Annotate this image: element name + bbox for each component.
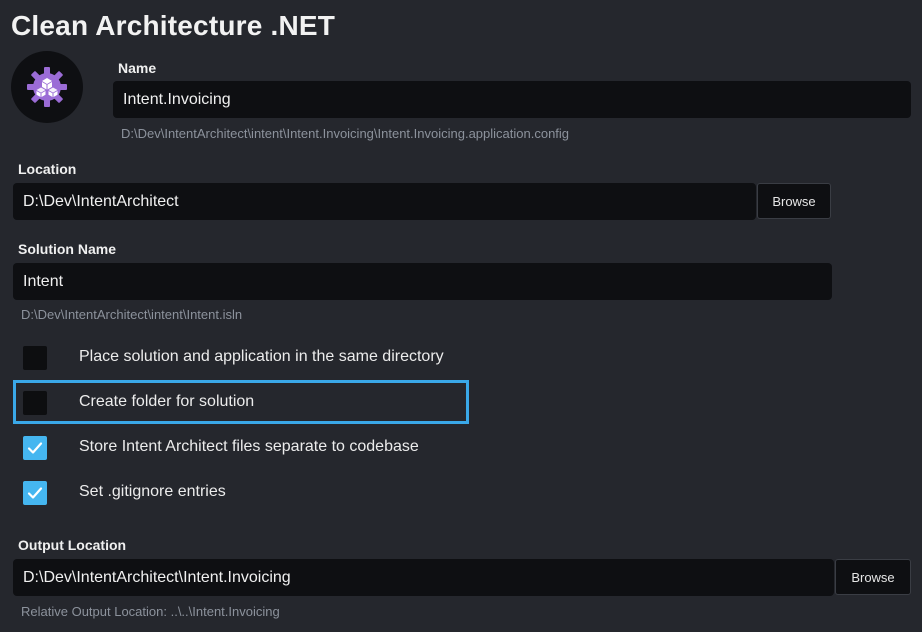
solution-name-input[interactable]: Intent — [13, 263, 832, 300]
same-directory-label: Place solution and application in the sa… — [79, 348, 444, 365]
create-folder-label: Create folder for solution — [79, 393, 255, 410]
check-icon — [27, 487, 43, 499]
check-icon — [27, 442, 43, 454]
location-browse-button[interactable]: Browse — [757, 183, 831, 219]
separate-files-checkbox[interactable] — [23, 436, 47, 460]
relative-output-hint: Relative Output Location: ..\..\Intent.I… — [21, 604, 280, 619]
template-logo — [11, 51, 83, 123]
name-input[interactable]: Intent.Invoicing — [113, 81, 911, 118]
gitignore-checkbox[interactable] — [23, 481, 47, 505]
solution-path-hint: D:\Dev\IntentArchitect\intent\Intent.isl… — [21, 307, 243, 322]
gear-with-cubes-icon — [27, 67, 67, 107]
name-label: Name — [118, 60, 157, 76]
name-path-hint: D:\Dev\IntentArchitect\intent\Intent.Inv… — [121, 126, 570, 141]
output-location-input[interactable]: D:\Dev\IntentArchitect\Intent.Invoicing — [13, 559, 834, 596]
same-directory-checkbox[interactable] — [23, 346, 47, 370]
location-label: Location — [18, 161, 77, 177]
gitignore-label: Set .gitignore entries — [79, 483, 226, 500]
output-location-label: Output Location — [18, 537, 127, 553]
page-title: Clean Architecture .NET — [11, 10, 336, 41]
solution-name-label: Solution Name — [18, 241, 117, 257]
create-folder-checkbox[interactable] — [23, 391, 47, 415]
location-input[interactable]: D:\Dev\IntentArchitect — [13, 183, 756, 220]
output-browse-button[interactable]: Browse — [835, 559, 911, 595]
separate-files-label: Store Intent Architect files separate to… — [79, 438, 419, 455]
